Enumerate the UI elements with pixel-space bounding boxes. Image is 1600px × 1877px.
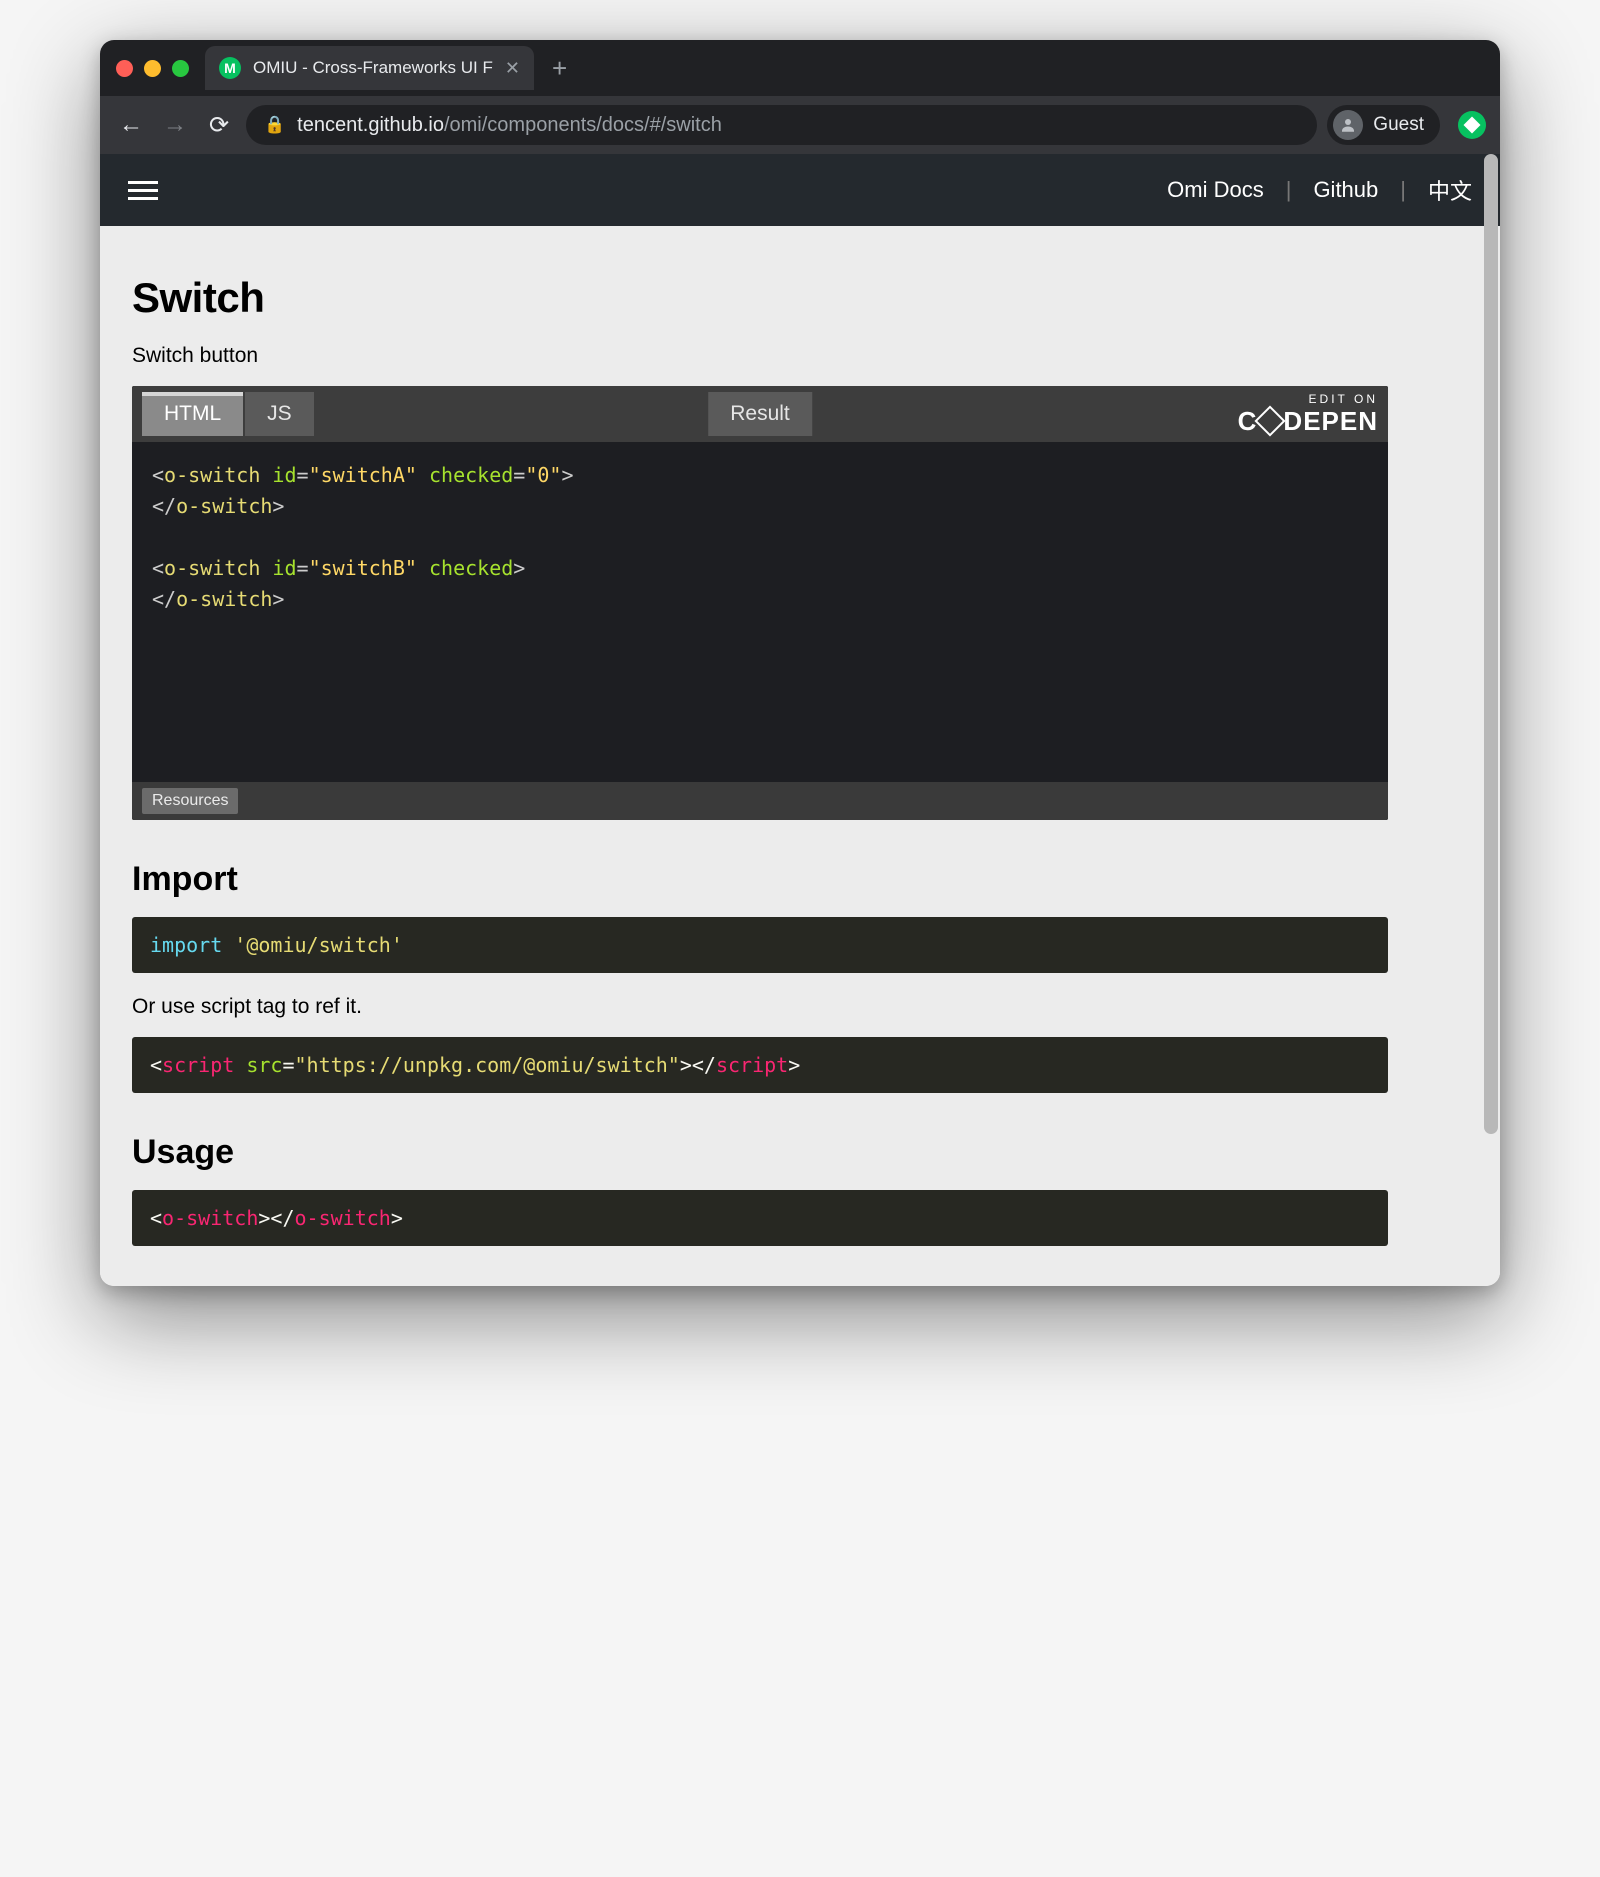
import-heading: Import	[132, 860, 1388, 899]
browser-tabstrip: M OMIU - Cross-Frameworks UI F ✕ +	[100, 40, 1500, 96]
nav-link-omi-docs[interactable]: Omi Docs	[1167, 177, 1264, 203]
profile-button[interactable]: Guest	[1327, 105, 1440, 145]
code-import[interactable]: import '@omiu/switch'	[132, 917, 1388, 973]
code-usage[interactable]: <o-switch></o-switch>	[132, 1190, 1388, 1246]
address-bar[interactable]: 🔒 tencent.github.io/omi/components/docs/…	[246, 105, 1317, 145]
codepen-tab-js[interactable]: JS	[245, 392, 314, 436]
codepen-edit-label: EDIT ON	[1238, 392, 1378, 406]
page-content: Switch Switch button HTML JS Result EDIT…	[100, 226, 1420, 1286]
lock-icon: 🔒	[264, 115, 285, 135]
codepen-logo: CDEPEN	[1238, 406, 1378, 437]
page-title: Switch	[132, 274, 1388, 322]
codepen-code-area[interactable]: <o-switch id="switchA" checked="0"> </o-…	[132, 442, 1388, 782]
codepen-bottombar: Resources	[132, 782, 1388, 820]
close-tab-icon[interactable]: ✕	[505, 58, 520, 79]
nav-separator: |	[1400, 177, 1406, 203]
codepen-tabbar: HTML JS Result EDIT ON CDEPEN	[132, 386, 1388, 442]
profile-label: Guest	[1373, 114, 1424, 136]
codepen-embed: HTML JS Result EDIT ON CDEPEN <o-switch …	[132, 386, 1388, 820]
extension-icon	[1464, 117, 1481, 134]
codepen-tab-html[interactable]: HTML	[142, 392, 243, 436]
back-button[interactable]: ←	[114, 111, 148, 139]
url-path: /omi/components/docs/#/switch	[444, 114, 722, 136]
nav-separator: |	[1286, 177, 1292, 203]
nav-link-github[interactable]: Github	[1313, 177, 1378, 203]
new-tab-button[interactable]: +	[552, 53, 567, 84]
browser-toolbar: ← → ⟳ 🔒 tencent.github.io/omi/components…	[100, 96, 1500, 154]
extension-button[interactable]	[1458, 111, 1486, 139]
site-appbar: Omi Docs | Github | 中文	[100, 154, 1500, 226]
page-viewport: Omi Docs | Github | 中文 Switch Switch but…	[100, 154, 1500, 1286]
url-host: tencent.github.io	[297, 114, 444, 136]
avatar-icon	[1333, 110, 1363, 140]
browser-tab[interactable]: M OMIU - Cross-Frameworks UI F ✕	[205, 46, 534, 90]
reload-button[interactable]: ⟳	[202, 111, 236, 140]
forward-button[interactable]: →	[158, 111, 192, 139]
tab-title: OMIU - Cross-Frameworks UI F	[253, 58, 493, 78]
window-controls	[116, 60, 189, 77]
codepen-cube-icon	[1259, 410, 1281, 432]
appbar-nav: Omi Docs | Github | 中文	[1167, 174, 1472, 206]
codepen-resources-button[interactable]: Resources	[142, 788, 238, 814]
close-window-button[interactable]	[116, 60, 133, 77]
menu-icon[interactable]	[128, 181, 158, 200]
browser-window: M OMIU - Cross-Frameworks UI F ✕ + ← → ⟳…	[100, 40, 1500, 1286]
code-script-tag[interactable]: <script src="https://unpkg.com/@omiu/swi…	[132, 1037, 1388, 1093]
tab-favicon: M	[219, 57, 241, 79]
usage-heading: Usage	[132, 1133, 1388, 1172]
or-text: Or use script tag to ref it.	[132, 995, 1388, 1019]
codepen-edit-link[interactable]: EDIT ON CDEPEN	[1238, 392, 1378, 437]
vertical-scrollbar[interactable]	[1484, 154, 1498, 1134]
minimize-window-button[interactable]	[144, 60, 161, 77]
nav-link-chinese[interactable]: 中文	[1428, 174, 1472, 206]
codepen-tab-result[interactable]: Result	[708, 392, 812, 436]
page-subtitle: Switch button	[132, 344, 1388, 368]
maximize-window-button[interactable]	[172, 60, 189, 77]
